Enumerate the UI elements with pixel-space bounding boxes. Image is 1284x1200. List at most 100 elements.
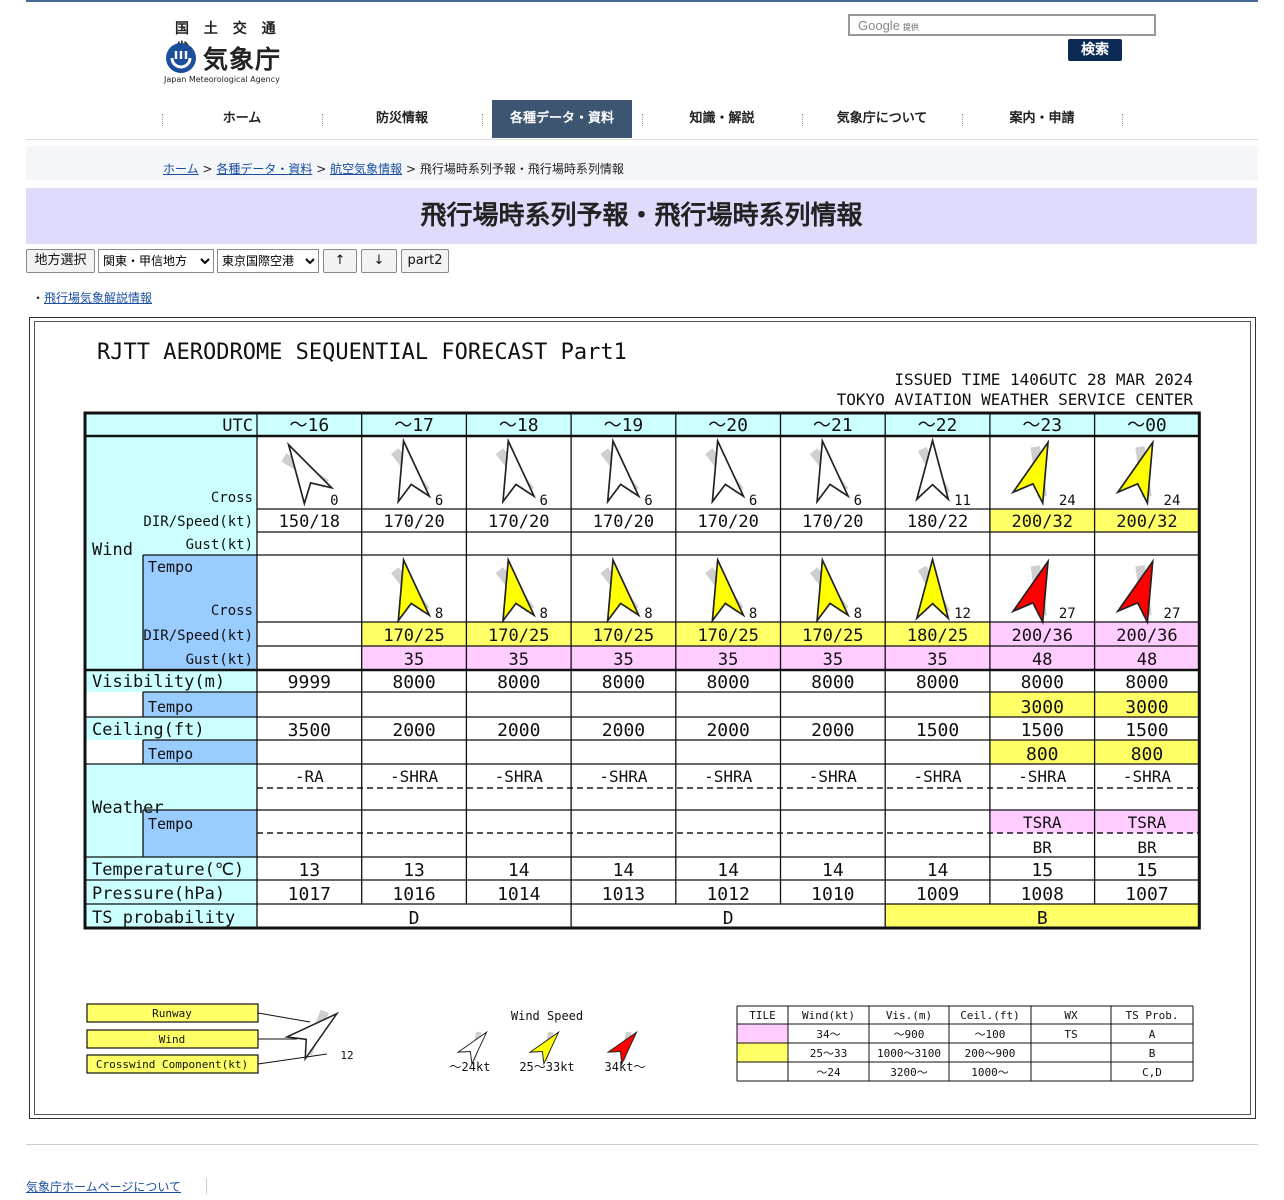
airport-select[interactable]: 東京国際空港 bbox=[217, 249, 319, 273]
part2-button[interactable]: part2 bbox=[401, 249, 449, 273]
hour-header: ～17 bbox=[394, 415, 434, 436]
tempo-gust-value: 35 bbox=[613, 650, 633, 670]
breadcrumb-separator: > bbox=[316, 162, 327, 176]
hour-header: ～16 bbox=[290, 415, 330, 436]
weather-value: -SHRA bbox=[913, 767, 962, 786]
nav-item-data[interactable]: 各種データ・資料 bbox=[492, 100, 632, 138]
tempo-crosswind-value: 27 bbox=[1059, 606, 1076, 622]
down-button[interactable]: ↓ bbox=[361, 249, 397, 273]
pressure-value: 1007 bbox=[1125, 884, 1168, 905]
aerodrome-info-link[interactable]: 飛行場気象解説情報 bbox=[44, 291, 152, 305]
issuing-center: TOKYO AVIATION WEATHER SERVICE CENTER bbox=[837, 390, 1194, 409]
hour-header: ～22 bbox=[918, 415, 958, 436]
region-select-button[interactable]: 地方選択 bbox=[26, 249, 95, 273]
utc-label: UTC bbox=[222, 416, 253, 436]
tempo-gust-value: 35 bbox=[718, 650, 738, 670]
legend-table-cell: C,D bbox=[1142, 1066, 1162, 1079]
legend-label: Runway bbox=[152, 1007, 192, 1020]
pressure-value: 1014 bbox=[497, 884, 540, 905]
ceiling-tempo-value: 800 bbox=[1131, 744, 1164, 765]
breadcrumb-data[interactable]: 各種データ・資料 bbox=[216, 162, 312, 176]
breadcrumb-aviation[interactable]: 航空気象情報 bbox=[330, 162, 402, 176]
weather-tempo-value: BR bbox=[1137, 838, 1157, 857]
weather-tempo-value: BR bbox=[1033, 838, 1053, 857]
nav-separator bbox=[802, 114, 803, 126]
pressure-value: 1016 bbox=[392, 884, 435, 905]
weather-value: -SHRA bbox=[1018, 767, 1067, 786]
search-button[interactable]: 検索 bbox=[1068, 39, 1122, 61]
wind-arrow bbox=[397, 556, 432, 624]
temperature-value: 14 bbox=[613, 860, 635, 881]
wind-arrow-icon bbox=[915, 437, 950, 502]
tempo-dir-value: 170/25 bbox=[593, 626, 654, 646]
jma-logo[interactable]: 国 土 交 通 省 気象庁 Japan Meteorological Agenc… bbox=[163, 18, 293, 90]
visibility-value: 8000 bbox=[1125, 672, 1168, 693]
weather-value: -SHRA bbox=[495, 767, 544, 786]
wind-label: Wind bbox=[92, 540, 133, 560]
tempo-wind-arrow-icon bbox=[1115, 558, 1154, 626]
up-button[interactable]: ↑ bbox=[323, 249, 357, 273]
tempo-crosswind-value: 8 bbox=[540, 606, 548, 622]
tempo-wind-arrow-icon bbox=[705, 556, 746, 624]
legend-table-header: TS Prob. bbox=[1126, 1009, 1179, 1022]
ceiling-value: 1500 bbox=[1021, 720, 1064, 741]
wind-arrow bbox=[397, 437, 432, 505]
legend-tile-swatch bbox=[737, 1043, 788, 1062]
weather-value: -SHRA bbox=[1123, 767, 1172, 786]
legend-table-cell: 1000～ bbox=[971, 1066, 1009, 1079]
tempo-wind-arrow-icon bbox=[495, 556, 537, 624]
temperature-value: 13 bbox=[299, 860, 321, 881]
pressure-value: 1009 bbox=[916, 884, 959, 905]
nav-item-about[interactable]: 気象庁について bbox=[807, 100, 957, 138]
nav-separator bbox=[162, 114, 163, 126]
legend-table-cell: ～24 bbox=[816, 1066, 841, 1079]
wind-arrow bbox=[711, 556, 746, 624]
nav-item-guide[interactable]: 案内・申請 bbox=[967, 100, 1117, 138]
nav-item-knowledge[interactable]: 知識・解説 bbox=[647, 100, 797, 138]
legend-table-cell: 34～ bbox=[816, 1028, 840, 1041]
visibility-value: 8000 bbox=[811, 672, 854, 693]
nav-item-disaster[interactable]: 防災情報 bbox=[327, 100, 477, 138]
wind-dir-value: 170/20 bbox=[697, 512, 758, 532]
wind-arrow bbox=[606, 556, 641, 624]
legend-table-header: Ceil.(ft) bbox=[960, 1009, 1020, 1022]
footer-divider bbox=[26, 1144, 1258, 1145]
agency-name-en: Japan Meteorological Agency bbox=[164, 75, 280, 84]
breadcrumb-home[interactable]: ホーム bbox=[163, 162, 199, 176]
pressure-label: Pressure(hPa) bbox=[92, 884, 225, 904]
nav-item-home[interactable]: ホーム bbox=[167, 100, 317, 138]
footer-about-link[interactable]: 気象庁ホームページについて bbox=[26, 1180, 181, 1194]
search-input[interactable] bbox=[850, 16, 1154, 34]
tempo-crosswind-value: 8 bbox=[435, 606, 443, 622]
tempo-label: Tempo bbox=[148, 558, 193, 576]
pressure-value: 1017 bbox=[288, 884, 331, 905]
tempo-dir-value: 200/36 bbox=[1012, 626, 1073, 646]
tempo-gust-value: 35 bbox=[404, 650, 424, 670]
region-select[interactable]: 関東・甲信地方 bbox=[98, 249, 214, 273]
wind-arrow bbox=[815, 437, 851, 505]
cross-label: Cross bbox=[211, 490, 253, 506]
wind-dir-value: 180/22 bbox=[907, 512, 968, 532]
global-nav: ホーム 防災情報 各種データ・資料 知識・解説 気象庁について 案内・申請 bbox=[26, 100, 1258, 140]
weather-value: -SHRA bbox=[809, 767, 858, 786]
ceiling-value: 2000 bbox=[602, 720, 645, 741]
forecast-frame: RJTT AERODROME SEQUENTIAL FORECAST Part1… bbox=[29, 317, 1256, 1119]
search-box[interactable]: Google 提供 bbox=[848, 14, 1156, 36]
wind-arrow bbox=[286, 441, 335, 507]
tempo-wind-arrow-icon bbox=[915, 556, 950, 621]
legend-table-cell: 25～33 bbox=[810, 1047, 848, 1060]
crosswind-value: 6 bbox=[854, 493, 862, 509]
pressure-value: 1013 bbox=[602, 884, 645, 905]
breadcrumb-current: 飛行場時系列予報・飛行場時系列情報 bbox=[419, 162, 624, 176]
visibility-value: 8000 bbox=[602, 672, 645, 693]
wind-dir-value: 200/32 bbox=[1116, 512, 1177, 532]
breadcrumb-separator: > bbox=[202, 162, 213, 176]
weather-tempo-value: TSRA bbox=[1128, 813, 1167, 832]
legend-table-header: Wind(kt) bbox=[802, 1009, 855, 1022]
weather-value: -SHRA bbox=[704, 767, 753, 786]
tempo-gust-value: 48 bbox=[1137, 650, 1157, 670]
hour-header: ～23 bbox=[1022, 415, 1062, 436]
wind-arrow-icon bbox=[809, 437, 851, 505]
temperature-value: 15 bbox=[1136, 860, 1158, 881]
breadcrumb-separator: > bbox=[405, 162, 416, 176]
